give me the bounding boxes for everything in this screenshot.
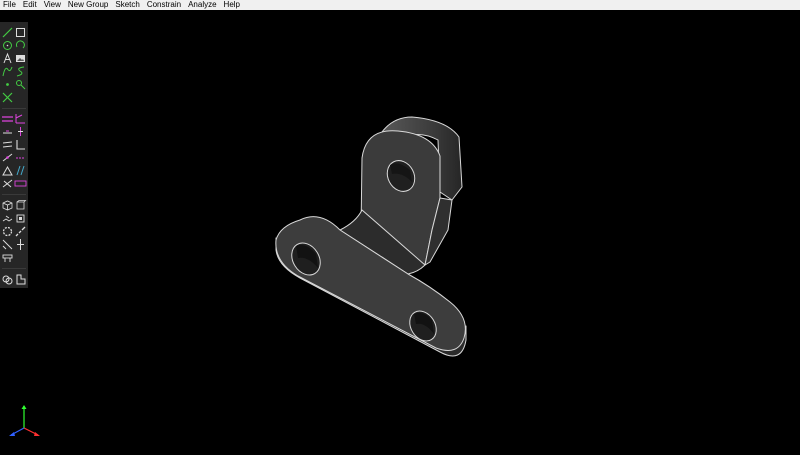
toolbar	[0, 22, 28, 288]
menu-sketch[interactable]: Sketch	[112, 0, 143, 10]
step-translating-icon[interactable]	[1, 212, 14, 225]
step-rotating-icon[interactable]	[14, 212, 27, 225]
menu-file[interactable]: File	[0, 0, 19, 10]
cubic-spline-icon[interactable]	[1, 65, 14, 78]
model-render	[275, 116, 467, 357]
helix-icon[interactable]	[14, 225, 27, 238]
x-axis-arrow	[34, 432, 40, 436]
toolbar-separator	[2, 108, 26, 109]
menu-analyze[interactable]: Analyze	[185, 0, 220, 10]
parallel-constraint-icon[interactable]	[1, 138, 14, 151]
3d-viewport[interactable]	[0, 10, 800, 450]
same-orientation-icon[interactable]	[14, 164, 27, 177]
distance-constraint-icon[interactable]	[1, 112, 14, 125]
image-icon[interactable]	[14, 52, 27, 65]
construction-icon[interactable]	[1, 91, 14, 104]
circle-icon[interactable]	[1, 39, 14, 52]
import-icon[interactable]	[14, 273, 27, 286]
horizontal-constraint-icon[interactable]	[1, 125, 14, 138]
nearest-isometric-view-icon[interactable]	[1, 199, 14, 212]
link-file-icon[interactable]	[1, 273, 14, 286]
point-on-line-constraint-icon[interactable]	[1, 151, 14, 164]
angle-constraint-icon[interactable]	[14, 112, 27, 125]
equal-constraint-icon[interactable]	[1, 164, 14, 177]
workplane-icon[interactable]	[1, 251, 14, 264]
axis-indicator	[5, 403, 45, 443]
z-axis-arrow	[9, 432, 15, 436]
menu-view[interactable]: View	[40, 0, 64, 10]
y-axis-arrow	[21, 405, 27, 409]
toolbar-separator	[2, 268, 26, 269]
menu-help[interactable]: Help	[220, 0, 243, 10]
vertical-constraint-icon[interactable]	[14, 125, 27, 138]
perpendicular-constraint-icon[interactable]	[14, 138, 27, 151]
other-supplementary-angle-icon[interactable]	[1, 177, 14, 190]
toolbar-separator	[2, 194, 26, 195]
arc-icon[interactable]	[14, 39, 27, 52]
text-icon[interactable]	[1, 52, 14, 65]
bracket-model	[275, 116, 467, 357]
line-icon[interactable]	[1, 26, 14, 39]
reference-dimension-icon[interactable]	[14, 177, 27, 190]
menu-constrain[interactable]: Constrain	[143, 0, 184, 10]
nearest-ortho-view-icon[interactable]	[14, 199, 27, 212]
menu-edit[interactable]: Edit	[19, 0, 40, 10]
extrude-icon[interactable]	[1, 225, 14, 238]
symmetric-constraint-icon[interactable]	[14, 151, 27, 164]
tangent-arc-icon[interactable]	[14, 65, 27, 78]
rectangle-icon[interactable]	[14, 26, 27, 39]
lathe-icon[interactable]	[1, 238, 14, 251]
revolve-icon[interactable]	[14, 238, 27, 251]
menu-bar: File Edit View New Group Sketch Constrai…	[0, 0, 800, 10]
point-icon[interactable]	[1, 78, 14, 91]
menu-new-group[interactable]: New Group	[64, 0, 111, 10]
split-curves-icon[interactable]	[14, 78, 27, 91]
